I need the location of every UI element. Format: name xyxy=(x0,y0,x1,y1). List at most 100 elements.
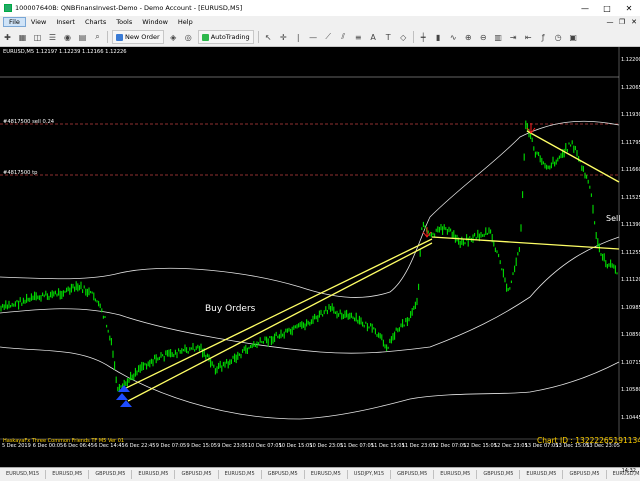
chart-tab[interactable]: GBPUSD,M5 xyxy=(89,470,133,479)
price-tick-label: 1.10850 xyxy=(621,332,640,338)
window-title: 100007640B: QNBFinansInvest-Demo - Demo … xyxy=(15,4,243,12)
child-minimize-button[interactable]: — xyxy=(604,18,616,26)
market-watch-icon[interactable]: ◫ xyxy=(31,31,44,43)
navigator-icon[interactable]: ☰ xyxy=(46,31,59,43)
price-chart[interactable]: EURUSD,M5 1.12197 1.12239 1.12166 1.1222… xyxy=(0,47,640,467)
trendline-upper xyxy=(121,238,433,391)
vertical-line-icon[interactable]: | xyxy=(292,31,305,43)
tp-order-label: #4817500 tp xyxy=(3,170,38,176)
candlestick-icon[interactable]: ▮ xyxy=(432,31,445,43)
autotrading-button[interactable]: AutoTrading xyxy=(197,30,254,44)
line-chart-icon[interactable]: ∿ xyxy=(447,31,460,43)
fibonacci-icon[interactable]: ≡ xyxy=(352,31,365,43)
data-window-icon[interactable]: ◉ xyxy=(61,31,74,43)
terminal-icon[interactable]: ▤ xyxy=(76,31,89,43)
signals-icon[interactable]: ◎ xyxy=(182,31,195,43)
time-tick-label: 11 Dec 07:05 xyxy=(340,443,374,449)
price-tick-label: 1.12065 xyxy=(621,84,640,91)
menu-tools[interactable]: Tools xyxy=(111,18,137,26)
chart-tab[interactable]: EURUSD,M5 xyxy=(46,470,90,479)
chart-tab[interactable]: GBPUSD,M5 xyxy=(262,470,305,479)
price-tick-label: 1.11660 xyxy=(621,167,640,173)
time-tick-label: 11 Dec 23:05 xyxy=(401,443,436,449)
chart-tab[interactable]: USDJPY,M15 xyxy=(348,470,392,479)
menu-view[interactable]: View xyxy=(26,18,51,26)
time-tick-label: 10 Dec 15:05 xyxy=(278,443,313,449)
horizontal-line-icon[interactable]: — xyxy=(307,31,320,43)
price-tick-label: 1.11930 xyxy=(621,112,640,118)
zoom-out-icon[interactable]: ⊖ xyxy=(477,31,490,43)
app-icon xyxy=(4,4,12,12)
upper-band xyxy=(0,120,620,298)
chart-tabs: EURUSD,M15 EURUSD,M5 GBPUSD,M5 EURUSD,M5 GBP… xyxy=(0,467,640,481)
text-icon[interactable]: A xyxy=(367,31,380,43)
metaeditor-icon[interactable]: ◈ xyxy=(167,31,180,43)
channel-icon[interactable]: ⫽ xyxy=(337,31,350,43)
trendline-icon[interactable]: ⟋ xyxy=(322,31,335,43)
indicator-name: HaskayaFx Three Common Friends TF M5 Ver… xyxy=(3,438,125,444)
indicators-icon[interactable]: ƒ xyxy=(537,31,550,43)
new-order-label: New Order xyxy=(125,33,160,41)
chart-tab[interactable]: EURUSD,M5 xyxy=(434,470,478,479)
price-tick-label: 1.11120 xyxy=(621,277,640,283)
chart-id: Chart ID : 132222651911342089 xyxy=(537,436,640,445)
sell-label: Sell xyxy=(606,214,621,223)
menu-file[interactable]: File xyxy=(3,17,26,27)
price-tick-label: 1.10445 xyxy=(621,414,640,421)
price-tick-label: 1.10715 xyxy=(621,359,640,366)
buy-arrow xyxy=(116,385,132,407)
chart-tab[interactable]: EURUSD,M5 xyxy=(520,470,564,479)
periods-icon[interactable]: ◷ xyxy=(552,31,565,43)
title-bar: 100007640B: QNBFinansInvest-Demo - Demo … xyxy=(0,0,640,16)
price-tick-label: 1.11795 xyxy=(621,139,640,146)
time-tick-label: 12 Dec 23:05 xyxy=(494,443,528,449)
zoom-in-icon[interactable]: ⊕ xyxy=(462,31,475,43)
middle-band xyxy=(0,236,620,354)
profiles-icon[interactable]: ▦ xyxy=(16,31,29,43)
time-tick-label: 9 Dec 23:05 xyxy=(217,443,248,449)
chart-tab[interactable]: GBPUSD,M5 xyxy=(563,470,607,479)
chart-tab[interactable]: EURUSD,M15 xyxy=(0,470,47,479)
label-icon[interactable]: T xyxy=(382,31,395,43)
strategy-tester-icon[interactable]: ⌕ xyxy=(91,31,104,43)
child-close-button[interactable]: ✕ xyxy=(628,18,640,26)
chart-tab[interactable]: EURUSD,M5 xyxy=(305,470,348,479)
chart-tab[interactable]: EURUSD,M5 xyxy=(219,470,262,479)
cursor-icon[interactable]: ↖ xyxy=(262,31,275,43)
bar-chart-icon[interactable]: ┿ xyxy=(417,31,430,43)
menu-window[interactable]: Window xyxy=(137,18,173,26)
clock: 14:32 xyxy=(621,468,636,474)
time-tick-label: 9 Dec 07:05 xyxy=(155,443,187,449)
price-tick-label: 1.10580 xyxy=(621,387,640,393)
shapes-icon[interactable]: ◇ xyxy=(397,31,410,43)
sell-order-label: #4817500 sell 0.24 xyxy=(3,119,55,125)
child-restore-button[interactable]: ❐ xyxy=(616,18,628,26)
menu-help[interactable]: Help xyxy=(173,18,198,26)
time-tick-label: 10 Dec 23:05 xyxy=(309,443,344,449)
menu-charts[interactable]: Charts xyxy=(80,18,111,26)
crosshair-icon[interactable]: ✛ xyxy=(277,31,290,43)
autoscroll-icon[interactable]: ⇥ xyxy=(507,31,520,43)
menu-insert[interactable]: Insert xyxy=(51,18,80,26)
symbol-info: EURUSD,M5 1.12197 1.12239 1.12166 1.1222… xyxy=(3,49,127,55)
menu-bar: File View Insert Charts Tools Window Hel… xyxy=(0,16,640,28)
time-tick-label: 6 Dec 22:45 xyxy=(125,443,156,449)
new-order-button[interactable]: New Order xyxy=(112,30,164,44)
maximize-button[interactable]: □ xyxy=(596,4,618,13)
chart-tab[interactable]: GBPUSD,M5 xyxy=(477,470,521,479)
chart-tab[interactable]: GBPUSD,M5 xyxy=(391,470,435,479)
close-button[interactable]: ✕ xyxy=(618,4,640,13)
price-tick-label: 1.11525 xyxy=(621,194,640,201)
time-tick-label: 10 Dec 07:05 xyxy=(248,443,282,449)
price-tick-label: 1.12200 xyxy=(621,57,640,63)
new-order-icon xyxy=(116,33,123,41)
trendline-sell xyxy=(526,130,620,183)
chart-tab[interactable]: EURUSD,M5 xyxy=(132,470,176,479)
chart-tab[interactable]: GBPUSD,M5 xyxy=(175,470,219,479)
tile-windows-icon[interactable]: ▥ xyxy=(492,31,505,43)
templates-icon[interactable]: ▣ xyxy=(567,31,580,43)
chart-canvas[interactable] xyxy=(0,47,640,467)
chart-shift-icon[interactable]: ⇤ xyxy=(522,31,535,43)
new-chart-icon[interactable]: ✚ xyxy=(1,31,14,43)
minimize-button[interactable]: — xyxy=(574,4,596,13)
